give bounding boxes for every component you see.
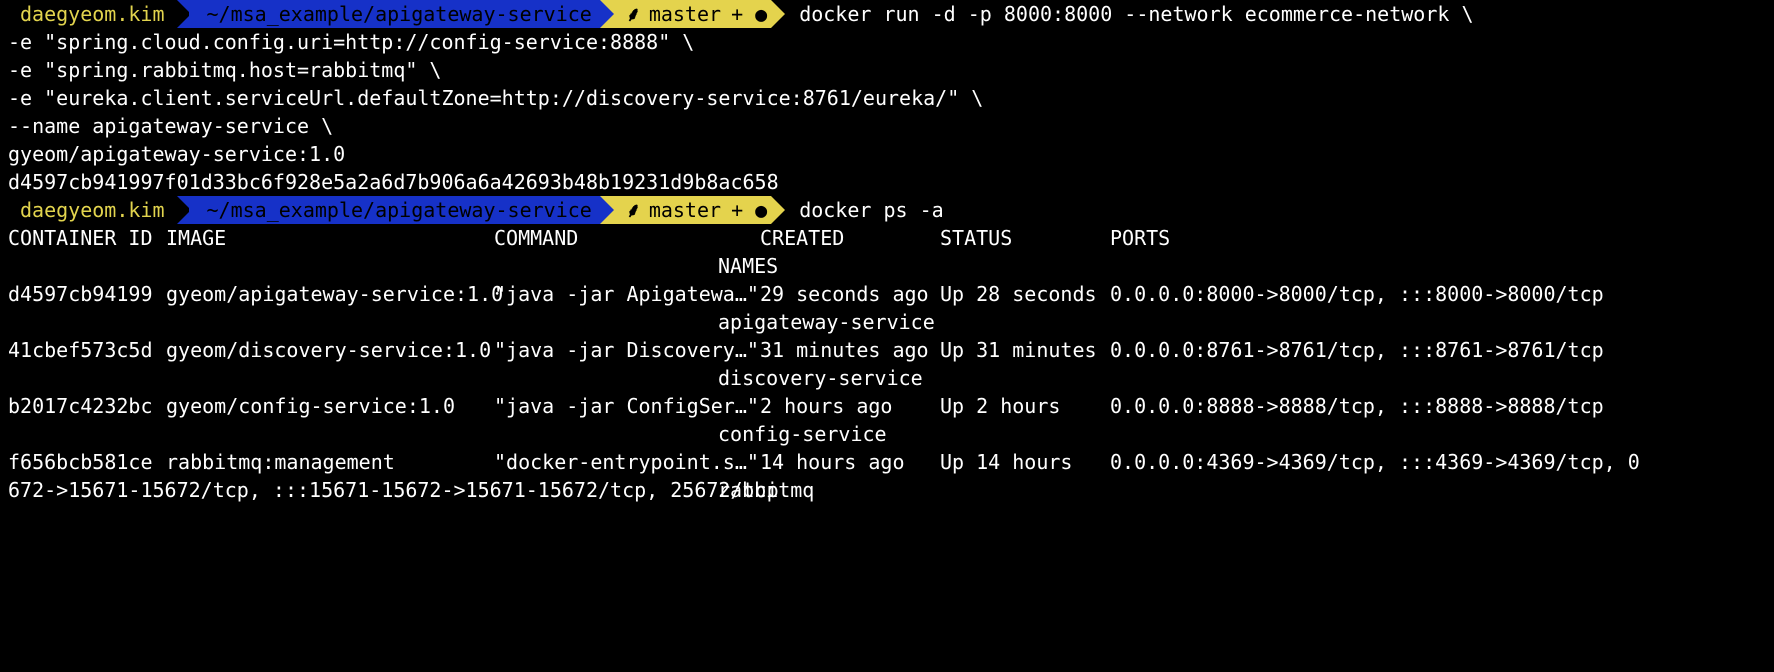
container-ports: 0.0.0.0:8761->8761/tcp, :::8761->8761/tc… (1110, 338, 1604, 362)
container-command: "java -jar ConfigSer…" (494, 394, 759, 418)
container-id: f656bcb581ce (8, 450, 153, 474)
container-ports: 0.0.0.0:8888->8888/tcp, :::8888->8888/tc… (1110, 394, 1604, 418)
container-ports: 0.0.0.0:8000->8000/tcp, :::8000->8000/tc… (1110, 282, 1604, 306)
command-continuation: --name apigateway-service \ (8, 114, 334, 138)
prompt-git: ⸙ master + ● (613, 0, 772, 28)
prompt-line: daegyeom.kim ~/msa_example/apigateway-se… (8, 0, 1774, 28)
container-image: gyeom/discovery-service:1.0 (166, 338, 492, 362)
prompt-separator-icon (771, 196, 786, 224)
container-status: Up 14 hours (940, 450, 1073, 474)
table-row: f656bcb581ce rabbitmq:management "docker… (8, 448, 1774, 476)
table-header-wrap: NAMES (8, 252, 1774, 280)
git-branch-name: master (648, 2, 722, 26)
container-name: discovery-service (718, 366, 923, 390)
prompt-user: daegyeom.kim (8, 0, 177, 28)
container-created: 2 hours ago (760, 394, 893, 418)
command-continuation: -e "spring.rabbitmq.host=rabbitmq" \ (8, 58, 442, 82)
container-image: gyeom/config-service:1.0 (166, 394, 455, 418)
table-row: 41cbef573c5d gyeom/discovery-service:1.0… (8, 336, 1774, 364)
table-header: CONTAINER ID IMAGE COMMAND CREATED STATU… (8, 224, 1774, 252)
command-text: docker ps -a (799, 198, 944, 222)
header-image: IMAGE (166, 226, 227, 250)
prompt-line: daegyeom.kim ~/msa_example/apigateway-se… (8, 196, 1774, 224)
container-name: config-service (718, 422, 887, 446)
table-row: b2017c4232bc gyeom/config-service:1.0 "j… (8, 392, 1774, 420)
prompt-git: ⸙ master + ● (613, 196, 772, 224)
prompt-path: ~/msa_example/apigateway-service (188, 0, 600, 28)
table-row-wrap: apigateway-service (8, 308, 1774, 336)
table-row-wrap: discovery-service (8, 364, 1774, 392)
command-text: docker run -d -p 8000:8000 --network eco… (799, 2, 1474, 26)
container-ports-wrap: 672->15671-15672/tcp, :::15671-15672->15… (8, 478, 779, 502)
prompt-separator-icon (599, 196, 614, 224)
git-branch-name: master (648, 198, 722, 222)
prompt-path: ~/msa_example/apigateway-service (188, 196, 600, 224)
container-created: 14 hours ago (760, 450, 905, 474)
container-status: Up 28 seconds (940, 282, 1097, 306)
prompt-separator-icon (771, 0, 786, 28)
git-status: + ● (731, 198, 768, 222)
container-status: Up 31 minutes (940, 338, 1097, 362)
table-row-wrap: 672->15671-15672/tcp, :::15671-15672->15… (8, 476, 1774, 504)
container-id: 41cbef573c5d (8, 338, 153, 362)
command-continuation: -e "eureka.client.serviceUrl.defaultZone… (8, 86, 984, 110)
table-row: d4597cb94199 gyeom/apigateway-service:1.… (8, 280, 1774, 308)
prompt-separator-icon (599, 0, 614, 28)
container-command: "java -jar Discovery…" (494, 338, 759, 362)
container-image: gyeom/apigateway-service:1.0 (166, 282, 504, 306)
header-container-id: CONTAINER ID (8, 226, 153, 250)
header-created: CREATED (760, 226, 845, 250)
container-command: "docker-entrypoint.s…" (494, 450, 759, 474)
container-image: rabbitmq:management (166, 450, 395, 474)
container-id: b2017c4232bc (8, 394, 153, 418)
header-ports: PORTS (1110, 226, 1171, 250)
container-command: "java -jar Apigatewa…" (494, 282, 759, 306)
command-continuation: gyeom/apigateway-service:1.0 (8, 142, 346, 166)
table-row-wrap: config-service (8, 420, 1774, 448)
header-names: NAMES (718, 254, 779, 278)
command-output: d4597cb941997f01d33bc6f928e5a2a6d7b906a6… (8, 170, 779, 194)
git-status: + ● (731, 2, 768, 26)
container-created: 31 minutes ago (760, 338, 929, 362)
git-branch-icon: ⸙ (625, 198, 641, 222)
container-created: 29 seconds ago (760, 282, 929, 306)
prompt-user: daegyeom.kim (8, 196, 177, 224)
header-command: COMMAND (494, 226, 579, 250)
git-branch-icon: ⸙ (625, 2, 641, 26)
container-name: apigateway-service (718, 310, 935, 334)
header-status: STATUS (940, 226, 1013, 250)
container-id: d4597cb94199 (8, 282, 153, 306)
container-ports: 0.0.0.0:4369->4369/tcp, :::4369->4369/tc… (1110, 450, 1640, 474)
container-status: Up 2 hours (940, 394, 1061, 418)
terminal-window[interactable]: daegyeom.kim ~/msa_example/apigateway-se… (8, 0, 1774, 504)
command-continuation: -e "spring.cloud.config.uri=http://confi… (8, 30, 695, 54)
container-name: rabbitmq (718, 478, 815, 502)
